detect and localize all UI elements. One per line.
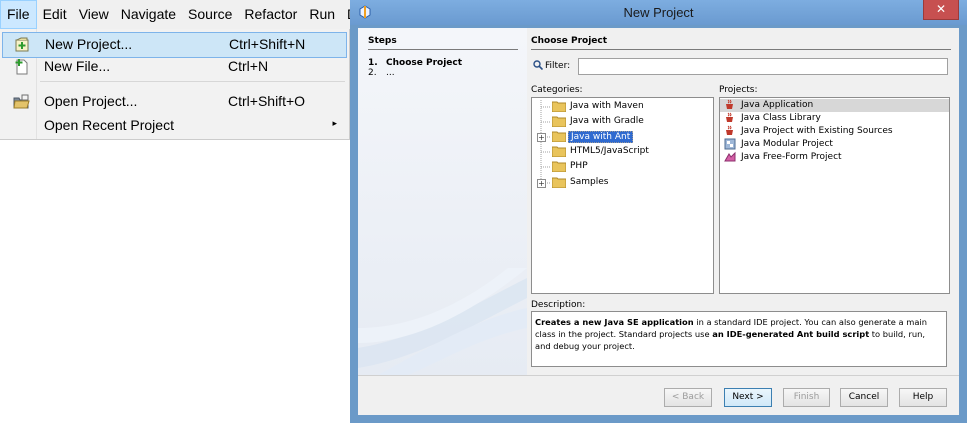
menu-item-open-project[interactable]: Open Project... Ctrl+Shift+O bbox=[2, 90, 345, 114]
expand-icon[interactable]: + bbox=[537, 133, 546, 142]
folder-icon bbox=[552, 177, 566, 188]
categories-label: Categories: bbox=[531, 85, 583, 95]
submenu-arrow-icon: ▸ bbox=[332, 118, 337, 128]
project-label: Java Class Library bbox=[741, 113, 821, 123]
finish-button[interactable]: Finish bbox=[783, 388, 830, 407]
section-heading: Choose Project bbox=[531, 36, 951, 50]
project-item-java-class-library[interactable]: Java Class Library bbox=[720, 112, 949, 125]
java-cup-icon bbox=[726, 99, 733, 109]
menu-item-shortcut: Ctrl+Shift+O bbox=[228, 93, 306, 109]
menu-item-label: New File... bbox=[44, 58, 111, 74]
java-cup-icon bbox=[726, 112, 733, 122]
back-button[interactable]: < Back bbox=[664, 388, 712, 407]
steps-panel: Steps 1. Choose Project 2.... bbox=[358, 28, 527, 375]
ide-menubar: File Edit View Navigate Source Refactor … bbox=[0, 0, 365, 30]
category-label: Java with Maven bbox=[570, 101, 644, 111]
search-icon bbox=[533, 60, 543, 70]
projects-list[interactable]: Java Application Java Class Library Java… bbox=[719, 97, 950, 294]
expand-icon[interactable]: + bbox=[537, 179, 546, 188]
step-item: 1. Choose Project bbox=[368, 58, 462, 68]
projects-label: Projects: bbox=[719, 85, 758, 95]
step-item: 2.... bbox=[368, 68, 395, 78]
dialog-title: New Project bbox=[623, 5, 694, 20]
menu-run[interactable]: Run bbox=[303, 0, 341, 29]
close-icon: ✕ bbox=[935, 2, 947, 16]
menu-item-shortcut: Ctrl+N bbox=[228, 58, 269, 74]
steps-heading: Steps bbox=[368, 36, 518, 50]
step-label: Choose Project bbox=[386, 58, 463, 68]
filter-label: Filter: bbox=[545, 61, 571, 71]
description-bold-1: Creates a new Java SE application bbox=[535, 317, 694, 327]
project-label: Java Free-Form Project bbox=[741, 152, 842, 162]
menu-item-label: New Project... bbox=[45, 36, 133, 52]
menu-item-label: Open Recent Project bbox=[44, 117, 174, 133]
project-label: Java Project with Existing Sources bbox=[741, 126, 893, 136]
menu-source[interactable]: Source bbox=[182, 0, 238, 29]
project-item-java-modular[interactable]: Java Modular Project bbox=[720, 138, 949, 151]
menu-item-label: Open Project... bbox=[44, 93, 138, 109]
new-project-icon bbox=[15, 37, 29, 52]
category-item-java-ant[interactable]: + Java with Ant bbox=[532, 130, 713, 144]
new-file-icon bbox=[15, 59, 28, 75]
folder-icon bbox=[552, 131, 566, 142]
filter-input[interactable] bbox=[578, 58, 948, 75]
folder-icon bbox=[552, 146, 566, 157]
description-bold-2: an IDE-generated Ant build script bbox=[712, 329, 870, 339]
project-label: Java Modular Project bbox=[741, 139, 833, 149]
category-item-html5-javascript[interactable]: HTML5/JavaScript bbox=[532, 145, 713, 159]
description-text: Creates a new Java SE application in a s… bbox=[531, 311, 947, 367]
category-label: Java with Gradle bbox=[570, 116, 644, 126]
dialog-body: Steps 1. Choose Project 2.... Choose Proj… bbox=[358, 28, 959, 415]
category-label: HTML5/JavaScript bbox=[570, 146, 649, 156]
folder-icon bbox=[552, 116, 566, 127]
category-label: Samples bbox=[570, 177, 609, 187]
choose-project-panel: Choose Project Filter: Categories: Proje… bbox=[531, 28, 956, 375]
module-icon bbox=[724, 138, 736, 150]
menu-item-open-recent-project[interactable]: Open Recent Project ▸ bbox=[2, 114, 345, 138]
category-item-samples[interactable]: + Samples bbox=[532, 176, 713, 190]
category-label: PHP bbox=[570, 161, 588, 171]
java-cup-icon bbox=[726, 125, 733, 135]
menu-edit[interactable]: Edit bbox=[37, 0, 73, 29]
step-number: 2. bbox=[368, 68, 377, 78]
category-item-php[interactable]: PHP bbox=[532, 160, 713, 174]
project-label: Java Application bbox=[741, 100, 814, 110]
folder-icon bbox=[552, 101, 566, 112]
menu-separator bbox=[40, 81, 345, 82]
category-item-java-gradle[interactable]: Java with Gradle bbox=[532, 115, 713, 129]
category-label: Java with Ant bbox=[568, 131, 634, 143]
project-item-java-free-form[interactable]: Java Free-Form Project bbox=[720, 151, 949, 164]
freeform-icon bbox=[724, 151, 736, 162]
step-label: ... bbox=[386, 68, 395, 78]
cancel-button[interactable]: Cancel bbox=[840, 388, 888, 407]
footer-divider bbox=[358, 375, 959, 376]
menu-file[interactable]: File bbox=[0, 0, 37, 29]
category-item-java-maven[interactable]: Java with Maven bbox=[532, 100, 713, 114]
help-button[interactable]: Help bbox=[899, 388, 947, 407]
close-button[interactable]: ✕ bbox=[923, 0, 959, 20]
menu-view[interactable]: View bbox=[73, 0, 115, 29]
menu-item-new-file[interactable]: New File... Ctrl+N bbox=[2, 55, 345, 79]
next-button[interactable]: Next > bbox=[724, 388, 772, 407]
menu-refactor[interactable]: Refactor bbox=[238, 0, 303, 29]
open-project-icon bbox=[13, 94, 30, 109]
decorative-swoosh-graphic bbox=[358, 268, 527, 375]
project-item-java-existing-sources[interactable]: Java Project with Existing Sources bbox=[720, 125, 949, 138]
dialog-titlebar: New Project ✕ bbox=[350, 0, 967, 25]
file-menu-dropdown: New Project... Ctrl+Shift+N New File... … bbox=[0, 29, 350, 140]
description-label: Description: bbox=[531, 300, 586, 310]
folder-icon bbox=[552, 161, 566, 172]
new-project-dialog: New Project ✕ Steps 1. Choose Project 2..… bbox=[350, 0, 967, 423]
menu-navigate[interactable]: Navigate bbox=[115, 0, 182, 29]
step-number: 1. bbox=[368, 58, 378, 68]
menu-item-shortcut: Ctrl+Shift+N bbox=[229, 36, 306, 52]
categories-tree[interactable]: Java with Maven Java with Gradle + Java … bbox=[531, 97, 714, 294]
project-item-java-application[interactable]: Java Application bbox=[720, 99, 949, 112]
